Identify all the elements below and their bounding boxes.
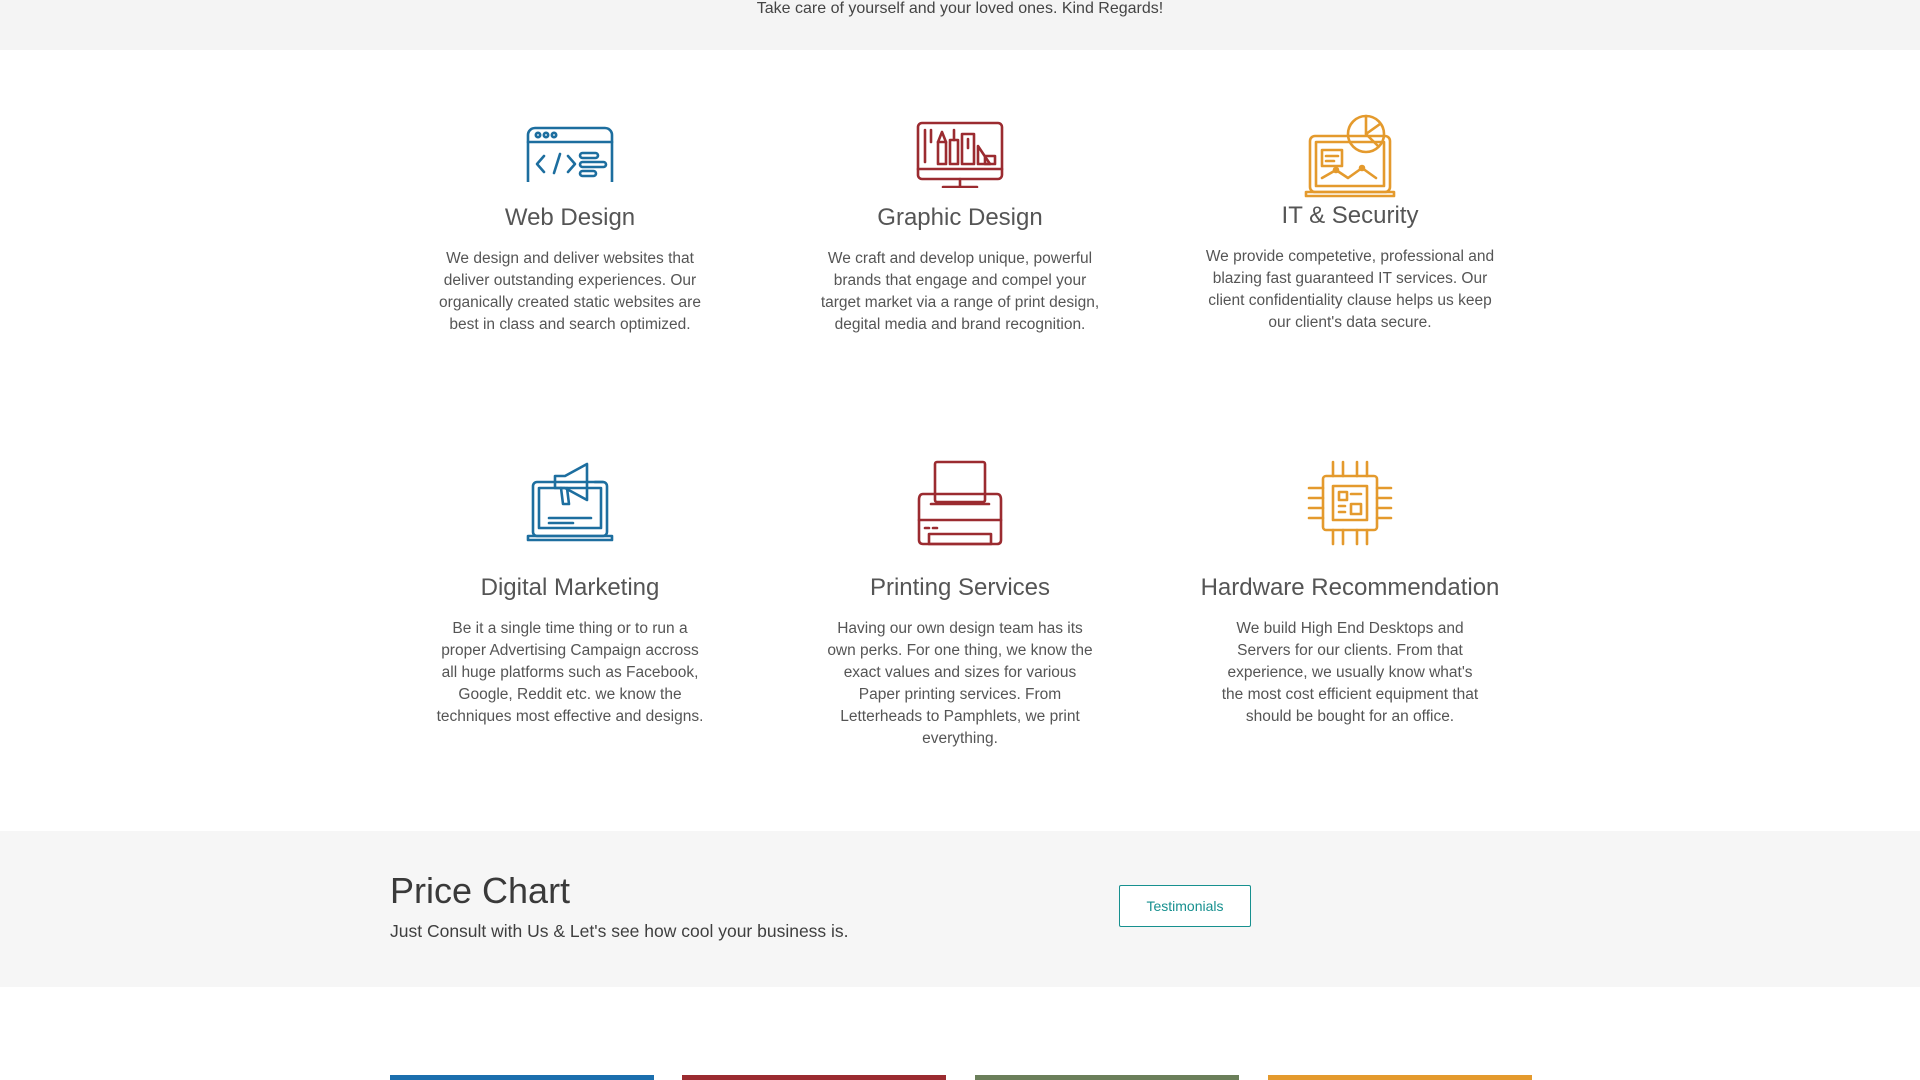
service-description: We craft and develop unique, powerful br… xyxy=(820,250,1100,333)
price-chart-title: Price Chart xyxy=(390,870,571,911)
service-printing: Printing Services Having our own design … xyxy=(810,460,1110,750)
service-graphic-design: Graphic Design We craft and develop uniq… xyxy=(810,112,1110,336)
service-description: We build High End Desktops and Servers f… xyxy=(1221,620,1479,725)
service-web-design: Web Design We design and deliver website… xyxy=(420,112,720,336)
graphic-design-icon xyxy=(916,121,1004,188)
price-chart-section: Price Chart Just Consult with Us & Let's… xyxy=(0,831,1920,987)
service-title: IT & Security xyxy=(1281,202,1419,229)
it-security-icon xyxy=(1304,114,1396,198)
plan-card-strip xyxy=(1268,1075,1532,1080)
service-title: Web Design xyxy=(504,204,636,231)
service-description: Having our own design team has its own p… xyxy=(827,620,1093,747)
service-hardware: Hardware Recommendation We build High En… xyxy=(1200,460,1500,728)
service-title: Hardware Recommendation xyxy=(1200,574,1500,601)
service-title: Digital Marketing xyxy=(480,574,660,601)
top-band: Take care of yourself and your loved one… xyxy=(0,0,1920,50)
greeting-text: Take care of yourself and your loved one… xyxy=(756,0,1164,17)
service-title: Printing Services xyxy=(869,574,1051,601)
web-design-icon xyxy=(526,126,614,182)
plan-card-strip xyxy=(975,1075,1239,1080)
service-description: Be it a single time thing or to run a pr… xyxy=(436,620,704,725)
chip-icon xyxy=(1307,460,1393,546)
service-title: Graphic Design xyxy=(877,204,1043,231)
testimonials-button[interactable]: Testimonials xyxy=(1119,885,1251,927)
service-it-security: IT & Security We provide competetive, pr… xyxy=(1200,112,1500,334)
price-chart-subtitle: Just Consult with Us & Let's see how coo… xyxy=(390,921,849,941)
printer-icon xyxy=(917,460,1003,546)
service-description: We provide competetive, professional and… xyxy=(1205,248,1495,331)
plan-card-strip xyxy=(390,1075,654,1080)
plan-card-strip xyxy=(682,1075,946,1080)
service-description: We design and deliver websites that deli… xyxy=(439,250,701,333)
service-digital-marketing: Digital Marketing Be it a single time th… xyxy=(420,460,720,728)
digital-marketing-icon xyxy=(526,462,614,542)
